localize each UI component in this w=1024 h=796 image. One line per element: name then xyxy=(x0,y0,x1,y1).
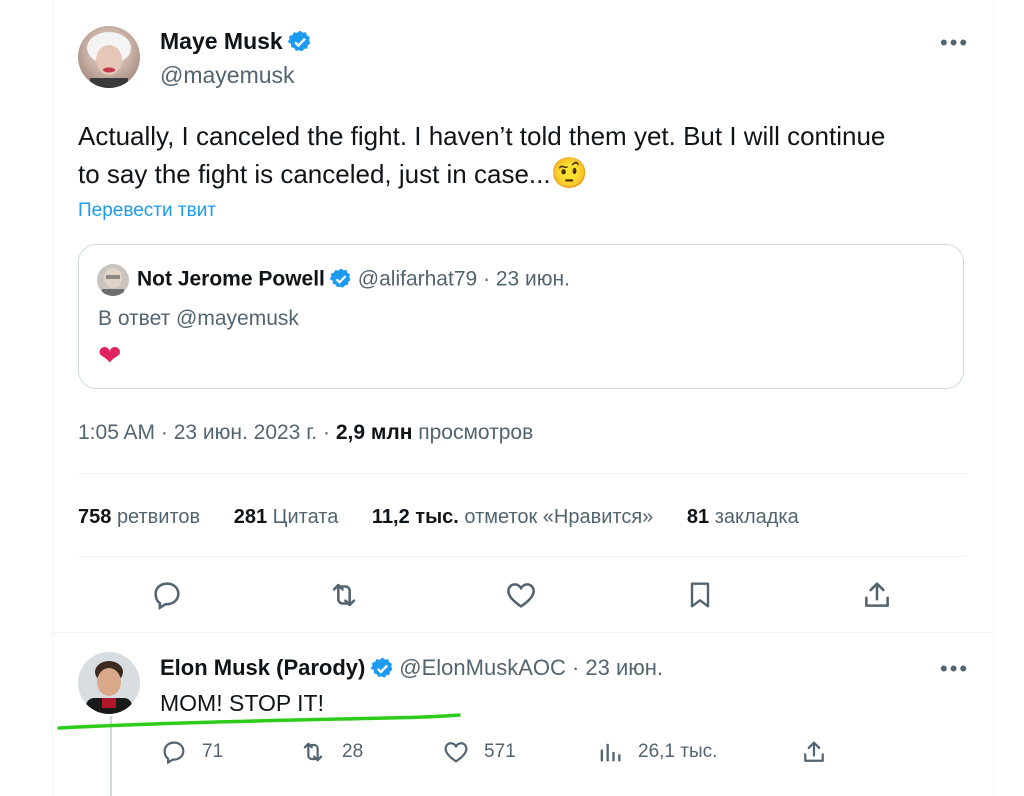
retweets-stat[interactable]: 758 ретвитов xyxy=(78,506,200,528)
raised-eyebrow-emoji-icon: 🤨 xyxy=(550,157,588,190)
maye-name-row: Maye Musk xyxy=(160,28,313,60)
quotes-stat[interactable]: 281 Цитата xyxy=(234,506,339,528)
reply-header: Elon Musk (Parody) @ElonMuskAOC · 23 июн… xyxy=(160,655,663,686)
quoted-author-name: Not Jerome Powell xyxy=(137,267,325,291)
author-name[interactable]: Maye Musk xyxy=(160,28,283,54)
tweet-text: Actually, I canceled the fight. I haven’… xyxy=(78,117,958,193)
likes-stat[interactable]: 11,2 тыс. отметок «Нравится» xyxy=(372,506,653,528)
author-handle[interactable]: @mayemusk xyxy=(160,62,295,89)
retweet-count: 28 xyxy=(342,741,364,762)
reply-views-button[interactable]: 26,1 тыс. xyxy=(596,738,717,766)
share-icon[interactable] xyxy=(860,578,894,617)
verified-badge-icon xyxy=(370,656,395,686)
bookmarks-stat[interactable]: 81 закладка xyxy=(687,506,799,528)
quoted-avatar xyxy=(97,264,129,296)
divider xyxy=(78,473,966,474)
views-label: просмотров xyxy=(418,421,534,444)
divider xyxy=(52,632,992,633)
views-count-reply: 26,1 тыс. xyxy=(638,741,718,762)
reply-retweet-button[interactable]: 28 xyxy=(298,738,363,766)
divider xyxy=(78,556,966,557)
quoted-reply-to: В ответ @mayemusk xyxy=(98,307,299,330)
elon-parody-avatar[interactable] xyxy=(78,652,140,714)
verified-badge-icon xyxy=(287,29,313,60)
translate-tweet-link[interactable]: Перевести твит xyxy=(78,200,216,222)
quoted-tweet-card[interactable]: Not Jerome Powell @alifarhat79 · 23 июн.… xyxy=(78,244,964,389)
reply-reply-button[interactable]: 71 xyxy=(160,738,223,766)
reply-share-icon[interactable] xyxy=(800,738,828,771)
reply-author-name[interactable]: Elon Musk (Parody) xyxy=(160,655,365,680)
more-options-icon[interactable]: ••• xyxy=(940,30,969,56)
tweet-timestamp[interactable]: 1:05 AM · 23 июн. 2023 г. · xyxy=(78,421,330,444)
reply-handle-date[interactable]: @ElonMuskAOC · 23 июн. xyxy=(399,655,663,680)
like-count: 571 xyxy=(484,741,516,762)
verified-badge-icon xyxy=(329,267,353,296)
bookmark-icon[interactable] xyxy=(684,578,716,617)
tweet-meta: 1:05 AM · 23 июн. 2023 г. · 2,9 млн прос… xyxy=(78,421,533,445)
views-chart-icon xyxy=(600,743,621,762)
engagement-stats: 758 ретвитов 281 Цитата 11,2 тыс. отмето… xyxy=(78,506,799,529)
quoted-handle-date: @alifarhat79 · 23 июн. xyxy=(357,267,570,291)
retweet-icon[interactable] xyxy=(326,578,362,617)
views-count: 2,9 млн xyxy=(335,421,413,444)
tweet-text-line-2: to say the fight is canceled, just in ca… xyxy=(78,159,551,189)
heart-emoji-icon: ❤ xyxy=(98,340,122,371)
tweet-text-line-1: Actually, I canceled the fight. I haven’… xyxy=(78,121,886,151)
reply-count: 71 xyxy=(202,741,224,762)
like-icon[interactable] xyxy=(504,578,538,617)
green-underline-annotation xyxy=(57,713,461,730)
more-options-icon[interactable]: ••• xyxy=(940,656,969,682)
quoted-header: Not Jerome Powell @alifarhat79 · 23 июн. xyxy=(137,267,570,296)
reply-icon[interactable] xyxy=(150,578,184,617)
maye-avatar[interactable] xyxy=(78,26,140,88)
reply-like-button[interactable]: 571 xyxy=(442,738,516,766)
